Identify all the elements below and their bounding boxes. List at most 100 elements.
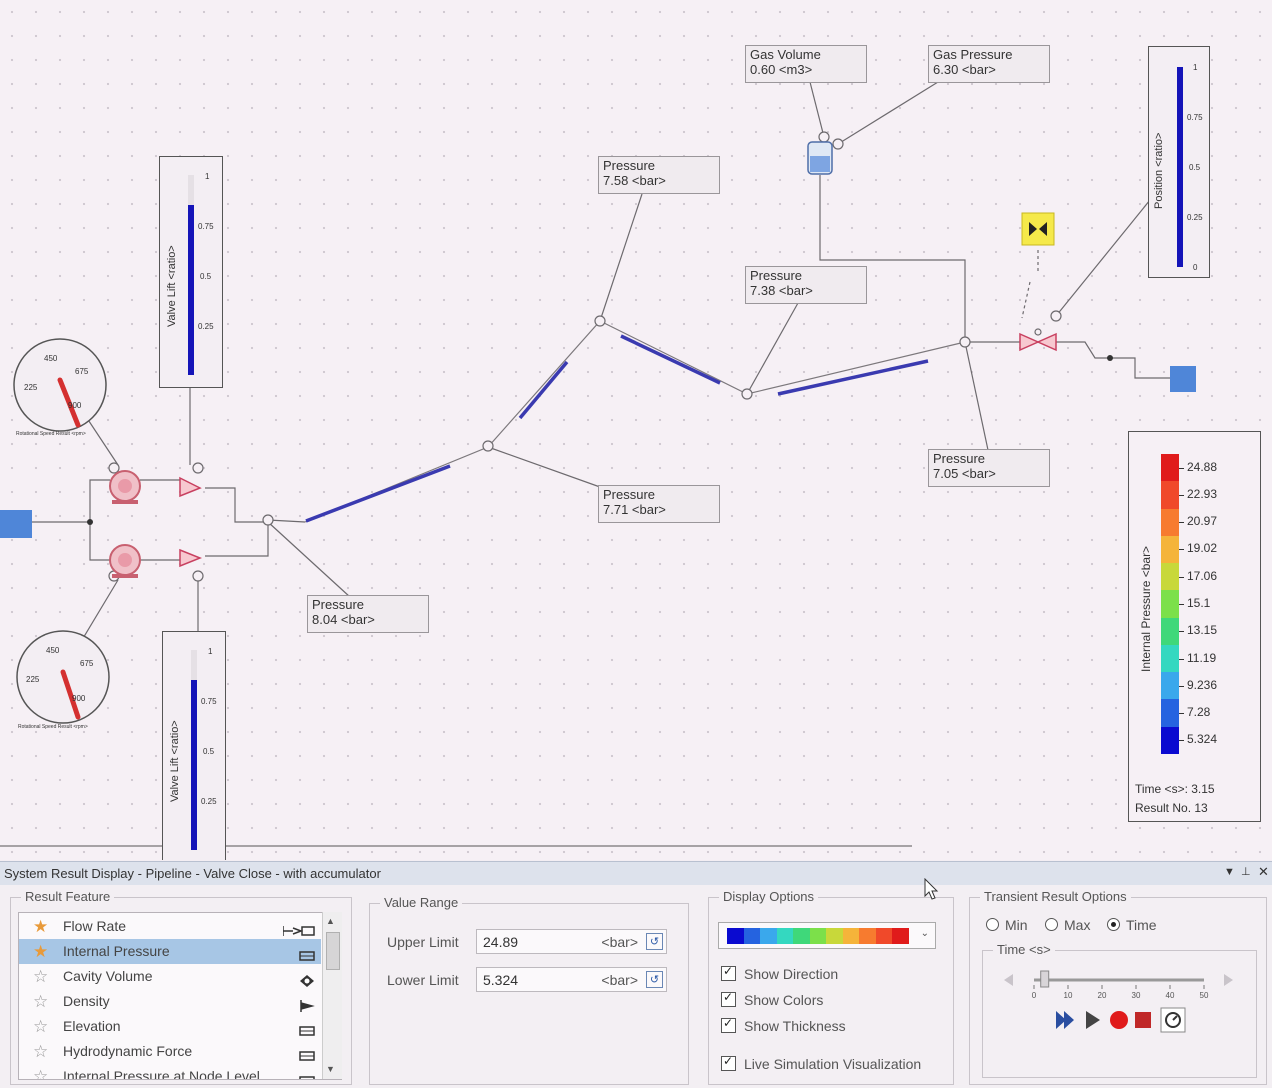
valve-lift-gauge[interactable]: Valve Lift <ratio> 1 0.75 0.5 0.25 — [162, 631, 226, 860]
favorite-star-icon[interactable]: ★ — [33, 939, 48, 964]
result-feature-item[interactable]: ☆ Internal Pressure at Node Level — [19, 1064, 321, 1080]
legend-value: 13.15 — [1187, 623, 1218, 638]
pin-icon[interactable]: ⊥ — [1241, 861, 1251, 883]
svg-text:450: 450 — [44, 354, 58, 363]
legend-tick — [1179, 576, 1184, 578]
colormap-step — [859, 928, 876, 944]
slider-tick-label: 50 — [1200, 991, 1209, 1000]
reset-upper-icon[interactable]: ↺ — [646, 933, 663, 950]
max-radio[interactable]: Max — [1045, 917, 1090, 933]
legend-color-step — [1161, 535, 1179, 564]
valve-lift-fill — [188, 205, 194, 375]
legend-tick — [1179, 604, 1184, 605]
show-colors-checkbox[interactable]: Show Colors — [721, 990, 823, 1008]
legend-tick — [1179, 658, 1184, 660]
star-outline-icon[interactable]: ☆ — [33, 1039, 48, 1064]
position-gauge[interactable]: Position <ratio> 1 0.75 0.5 0.25 0 — [1148, 46, 1210, 278]
svg-text:675: 675 — [75, 367, 89, 376]
result-feature-label: Internal Pressure at Node Level — [63, 1068, 260, 1080]
legend-tick — [1179, 467, 1184, 469]
pressure-label[interactable]: Pressure 7.71 <bar> — [598, 485, 720, 523]
svg-text:225: 225 — [24, 383, 38, 392]
check-valve-icon — [179, 548, 203, 568]
junction-node — [741, 388, 753, 400]
svg-text:900: 900 — [72, 694, 86, 703]
source-tank-icon — [0, 510, 32, 538]
result-feature-item[interactable]: ★ Internal Pressure — [19, 939, 321, 964]
scroll-up-icon[interactable]: ▲ — [326, 916, 335, 926]
check-valve-icon — [179, 476, 202, 498]
show-thickness-checkbox[interactable]: Show Thickness — [721, 1016, 846, 1034]
pressure-label[interactable]: Pressure 7.58 <bar> — [598, 156, 720, 194]
time-radio[interactable]: Time — [1107, 917, 1157, 933]
colormap-step — [826, 928, 843, 944]
legend-value: 5.324 — [1187, 732, 1218, 747]
panel-menu-icon[interactable]: ▼ — [1224, 861, 1235, 883]
colormap-select[interactable]: ⌄ — [718, 922, 936, 949]
result-feature-label: Flow Rate — [63, 918, 127, 934]
scroll-down-icon[interactable]: ▼ — [326, 1064, 335, 1074]
legend-value: 19.02 — [1187, 541, 1218, 556]
svg-text:Rotational Speed Result <rpm>: Rotational Speed Result <rpm> — [16, 431, 86, 437]
play-button-icon — [1086, 1011, 1100, 1029]
legend-color-step — [1161, 454, 1179, 482]
slider-thumb — [1040, 970, 1050, 988]
live-simulation-checkbox[interactable]: Live Simulation Visualization — [721, 1054, 921, 1072]
legend-color-step — [1161, 699, 1179, 727]
star-outline-icon[interactable]: ☆ — [33, 1014, 48, 1039]
lower-limit-field[interactable]: 5.324 <bar> ↺ — [476, 967, 667, 992]
result-feature-item[interactable]: ☆ Elevation — [19, 1014, 321, 1039]
valve-lift-gauge[interactable]: Valve Lift <ratio> 1 0.75 0.5 0.25 — [159, 156, 223, 388]
scroll-thumb[interactable] — [326, 932, 340, 970]
colormap-step — [892, 928, 910, 944]
show-direction-checkbox[interactable]: Show Direction — [721, 964, 838, 982]
star-outline-icon[interactable]: ☆ — [33, 1064, 48, 1079]
junction-node — [262, 514, 274, 526]
upper-limit-field[interactable]: 24.89 <bar> ↺ — [476, 929, 667, 954]
colormap-step — [793, 928, 810, 944]
legend-color-bar — [1161, 454, 1179, 754]
chevron-down-icon: ⌄ — [920, 928, 929, 939]
slider-left-icon — [1004, 974, 1013, 986]
colormap-step — [776, 928, 794, 944]
result-feature-item[interactable]: ☆ Hydrodynamic Force — [19, 1039, 321, 1064]
reset-lower-icon[interactable]: ↺ — [646, 971, 663, 988]
favorite-star-icon[interactable]: ★ — [33, 914, 48, 939]
colormap-step — [809, 928, 827, 944]
star-outline-icon[interactable]: ☆ — [33, 989, 48, 1014]
svg-text:675: 675 — [80, 659, 94, 668]
stop-button-icon — [1135, 1012, 1151, 1028]
slider-right-icon — [1224, 974, 1233, 986]
svg-text:Rotational Speed Result <rpm>: Rotational Speed Result <rpm> — [18, 724, 88, 730]
pressure-label[interactable]: Pressure 7.38 <bar> — [745, 266, 867, 304]
min-radio[interactable]: Min — [986, 917, 1028, 933]
colormap-step — [743, 928, 761, 944]
slider-tick-label: 10 — [1064, 991, 1073, 1000]
suction-pipe-lower — [89, 522, 110, 561]
pressure-label[interactable]: Pressure 7.05 <bar> — [928, 449, 1050, 487]
result-feature-item[interactable]: ★ Flow Rate — [19, 914, 321, 939]
result-feature-list[interactable]: ★ Flow Rate ★ Internal Pressure ☆ Cavity Volu… — [18, 912, 342, 1080]
junction-node — [482, 440, 494, 452]
legend-value: 11.19 — [1187, 650, 1217, 665]
legend-color-step — [1161, 617, 1179, 645]
legend-value: 17.06 — [1187, 568, 1218, 583]
gas-pressure-label[interactable]: Gas Pressure 6.30 <bar> — [928, 45, 1050, 83]
gas-volume-label[interactable]: Gas Volume 0.60 <m3> — [745, 45, 867, 83]
valve-actuator-icon — [1021, 212, 1055, 246]
result-feature-item[interactable]: ☆ Density — [19, 989, 321, 1014]
colormap-step — [875, 928, 893, 944]
panel-title: System Result Display - Pipeline - Valve… — [0, 861, 1272, 885]
star-outline-icon[interactable]: ☆ — [33, 964, 48, 989]
legend-color-step — [1161, 726, 1179, 754]
legend-title: Internal Pressure <bar> — [1139, 545, 1153, 672]
feature-list-scrollbar[interactable]: ▲ ▼ — [322, 912, 342, 1079]
time-slider[interactable]: 0 10 20 30 40 50 — [998, 966, 1242, 1002]
pressure-label[interactable]: Pressure 8.04 <bar> — [307, 595, 429, 633]
diagram-canvas[interactable]: 450 675 225 900 Rotational Speed Result … — [0, 0, 1272, 860]
legend-result-no: Result No. 13 — [1135, 801, 1208, 815]
record-button-icon — [1110, 1011, 1128, 1029]
result-feature-item[interactable]: ☆ Cavity Volume — [19, 964, 321, 989]
colormap-step — [760, 928, 777, 944]
close-icon[interactable]: ✕ — [1258, 861, 1269, 883]
